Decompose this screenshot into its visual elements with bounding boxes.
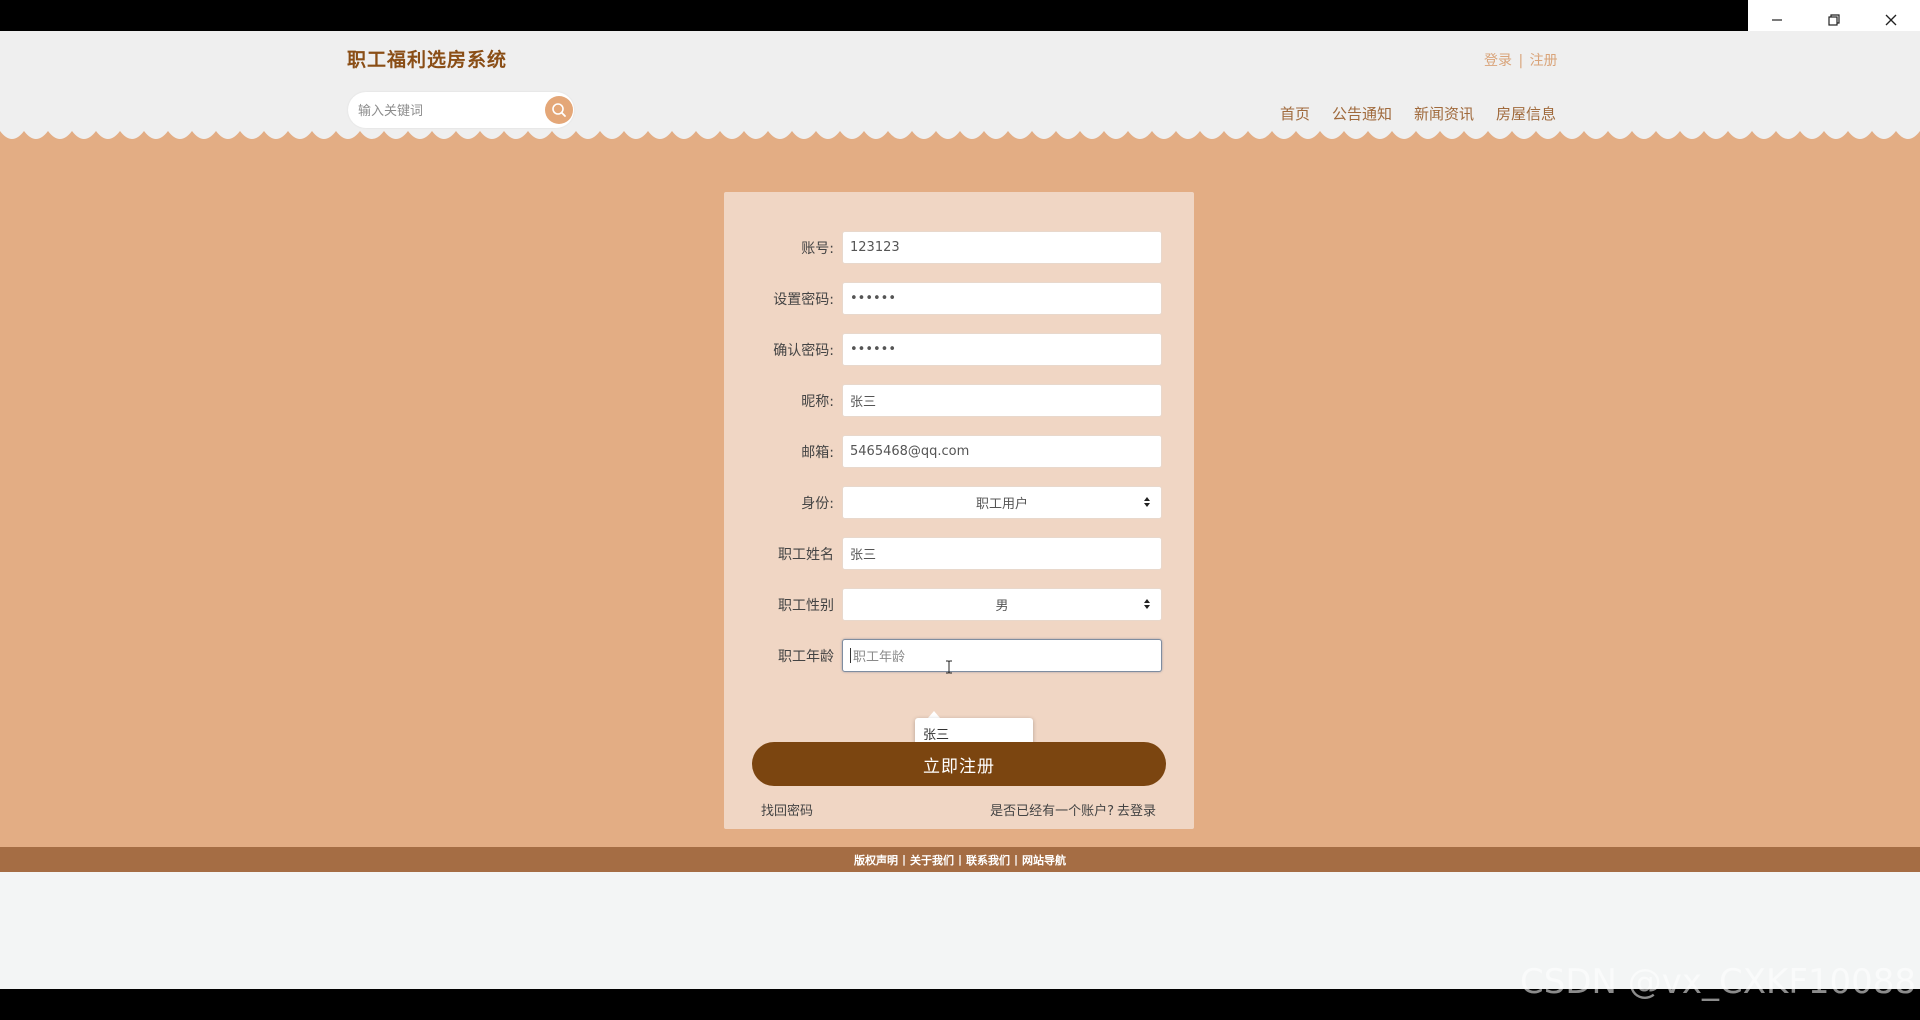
password-input[interactable]: •••••• [842, 282, 1162, 315]
text-cursor-icon [946, 660, 952, 674]
field-label: 职工性别 [778, 598, 834, 614]
field-label: 职工年龄 [778, 649, 834, 665]
nav-item-home[interactable]: 首页 [1280, 103, 1310, 127]
field-label: 邮箱: [801, 445, 834, 461]
footer-separator: | [1014, 853, 1019, 866]
role-select-value: 职工用户 [975, 497, 1028, 512]
footer-separator: | [901, 853, 906, 866]
site-title: 职工福利选房系统 [347, 49, 508, 71]
have-account-text: 是否已经有一个账户? [990, 804, 1114, 819]
site-footer: 版权声明 | 关于我们 | 联系我们 | 网站导航 [0, 847, 1920, 872]
text-caret [850, 648, 851, 663]
footer-link-copyright[interactable]: 版权声明 [854, 852, 898, 868]
restore-icon [1827, 14, 1840, 26]
form-row-password: 设置密码: •••••• [724, 282, 1194, 315]
role-select[interactable]: 职工用户 [842, 486, 1162, 519]
register-link[interactable]: 注册 [1530, 53, 1558, 69]
confirm-password-input[interactable]: •••••• [842, 333, 1162, 366]
auth-separator: | [1518, 53, 1524, 69]
account-input[interactable]: 123123 [842, 231, 1162, 264]
go-login-link[interactable]: 去登录 [1117, 804, 1156, 819]
form-row-staff-age: 职工年龄 职工年龄 [724, 639, 1194, 674]
form-row-staff-gender: 职工性别 男 [724, 588, 1194, 621]
field-label: 确认密码: [773, 343, 834, 359]
close-icon [1885, 14, 1896, 26]
forgot-password-link[interactable]: 找回密码 [761, 800, 813, 819]
field-label: 身份: [801, 496, 834, 512]
nickname-input[interactable]: 张三 [842, 384, 1162, 417]
search-icon [552, 103, 566, 117]
form-row-role: 身份: 职工用户 [724, 486, 1194, 519]
gender-select[interactable]: 男 [842, 588, 1162, 621]
staff-name-input[interactable]: 张三 [842, 537, 1162, 570]
select-arrows-icon [1144, 497, 1150, 507]
nav-item-news[interactable]: 新闻资讯 [1414, 103, 1474, 127]
field-label: 昵称: [801, 394, 834, 410]
footer-link-sitemap[interactable]: 网站导航 [1022, 852, 1066, 868]
footer-separator: | [957, 853, 963, 866]
search-button[interactable] [545, 96, 573, 124]
form-row-staff-name: 职工姓名 张三 [724, 537, 1194, 570]
browser-page: 职工福利选房系统 登录 | 注册 首页 公告通知 新闻资讯 房屋信息 账号 [0, 31, 1920, 989]
field-label: 设置密码: [773, 292, 834, 308]
nav-item-notices[interactable]: 公告通知 [1332, 103, 1392, 127]
site-header: 职工福利选房系统 登录 | 注册 首页 公告通知 新闻资讯 房屋信息 [0, 31, 1920, 146]
minimize-icon [1771, 19, 1782, 21]
autocomplete-pointer [928, 711, 940, 718]
login-link[interactable]: 登录 [1484, 53, 1512, 69]
main-nav: 首页 公告通知 新闻资讯 房屋信息 [1280, 103, 1556, 127]
auth-links: 登录 | 注册 [1484, 50, 1558, 70]
window-title-bar [0, 0, 1920, 31]
footer-link-about[interactable]: 关于我们 [910, 852, 954, 868]
form-row-account: 账号: 123123 [724, 231, 1194, 264]
select-arrows-icon [1144, 599, 1150, 609]
search-box [348, 92, 574, 128]
register-form-card: 账号: 123123 设置密码: •••••• 确认密码: •••••• 昵称:… [724, 192, 1194, 829]
field-label: 职工姓名 [778, 547, 834, 563]
gender-select-value: 男 [995, 599, 1009, 614]
have-account-prompt: 是否已经有一个账户? 去登录 [990, 800, 1156, 819]
email-input[interactable]: 5465468@qq.com [842, 435, 1162, 468]
nav-item-housing[interactable]: 房屋信息 [1496, 103, 1556, 127]
register-submit-button[interactable]: 立即注册 [752, 742, 1166, 786]
footer-link-contact[interactable]: 联系我们 [966, 852, 1010, 868]
form-row-nickname: 昵称: 张三 [724, 384, 1194, 417]
watermark: CSDN @vx_CXKF10088 [1520, 962, 1917, 1002]
field-label: 账号: [801, 241, 834, 257]
staff-age-placeholder: 职工年龄 [853, 650, 906, 665]
scalloped-divider [0, 131, 1920, 155]
search-input[interactable] [356, 98, 540, 124]
form-row-email: 邮箱: 5465468@qq.com [724, 435, 1194, 468]
staff-age-input[interactable]: 职工年龄 [842, 639, 1162, 674]
form-row-confirm-password: 确认密码: •••••• [724, 333, 1194, 366]
